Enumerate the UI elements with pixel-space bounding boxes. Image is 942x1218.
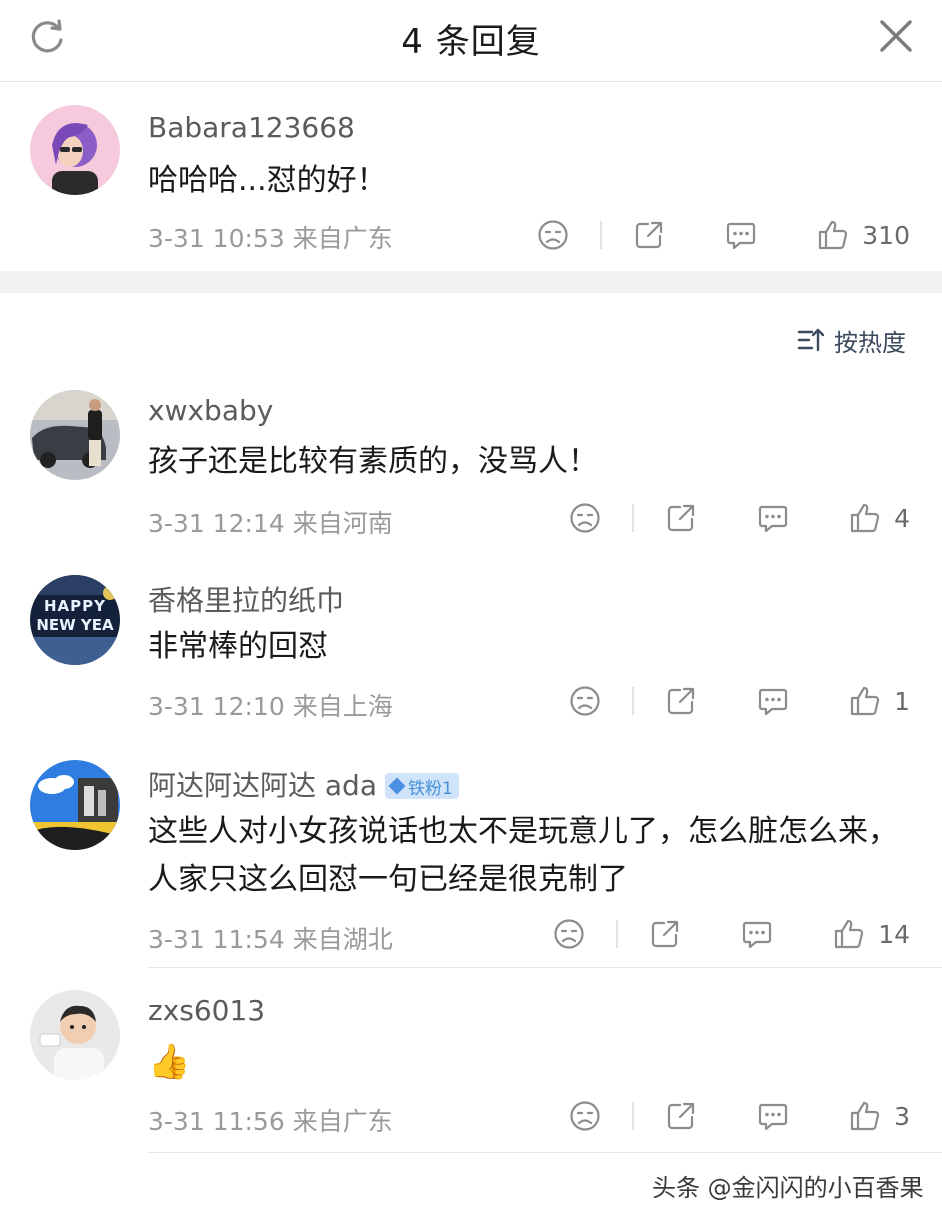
- like-count: 1: [894, 686, 910, 716]
- sort-label: 按热度: [834, 328, 906, 357]
- comment-actions: 4: [568, 498, 910, 538]
- comment-author[interactable]: 阿达阿达阿达 ada 铁粉1: [148, 764, 459, 804]
- share-icon[interactable]: [664, 501, 698, 535]
- comment-meta: 3-31 10:53 来自广东: [148, 219, 393, 255]
- watermark: 头条 @金闪闪的小百香果: [652, 1174, 924, 1202]
- comment-actions: 14: [552, 914, 910, 954]
- close-icon[interactable]: [876, 16, 916, 56]
- comment-meta: 3-31 12:10 来自上海: [148, 687, 393, 723]
- like-count: 14: [878, 919, 910, 949]
- avatar[interactable]: [30, 990, 120, 1080]
- like-icon[interactable]: [832, 917, 866, 951]
- comment-author[interactable]: Babara123668: [148, 111, 355, 144]
- action-divider: [632, 1102, 635, 1130]
- comment-actions: 3: [568, 1096, 910, 1136]
- like-count: 4: [894, 503, 910, 533]
- like-icon[interactable]: [848, 1099, 882, 1133]
- dislike-face-icon[interactable]: [568, 501, 602, 535]
- action-divider: [600, 221, 603, 249]
- reply-icon[interactable]: [724, 218, 758, 252]
- comment-author[interactable]: xwxbaby: [148, 394, 273, 427]
- comment-text: 这些人对小女孩说话也太不是玩意儿了，怎么脏怎么来，人家只这么回怼一句已经是很克制…: [148, 814, 898, 897]
- comment-location: 来自湖北: [292, 925, 393, 954]
- avatar[interactable]: [30, 390, 120, 480]
- dislike-face-icon[interactable]: [568, 684, 602, 718]
- avatar[interactable]: HAPPY NEW YEA: [30, 575, 120, 665]
- avatar[interactable]: [30, 105, 120, 195]
- dialog-header: 4 条回复: [0, 0, 942, 82]
- comment-location: 来自河南: [292, 509, 393, 538]
- share-icon[interactable]: [648, 917, 682, 951]
- like-icon[interactable]: [848, 684, 882, 718]
- like-count: 310: [862, 220, 910, 250]
- comment-location: 来自广东: [292, 224, 393, 253]
- comment-meta: 3-31 12:14 来自河南: [148, 504, 393, 540]
- share-icon[interactable]: [664, 1099, 698, 1133]
- comment-time: 3-31 10:53: [148, 224, 285, 253]
- comment-text: 哈哈哈...怼的好！: [148, 163, 387, 198]
- comment-time: 3-31 12:14: [148, 509, 285, 538]
- fan-badge-label: 铁粉1: [408, 778, 453, 799]
- comment-time: 3-31 11:54: [148, 925, 285, 954]
- comment-author[interactable]: zxs6013: [148, 994, 265, 1027]
- comment-meta: 3-31 11:56 来自广东: [148, 1102, 393, 1138]
- diamond-icon: [388, 777, 406, 795]
- reply-divider: [148, 967, 942, 968]
- share-icon[interactable]: [664, 684, 698, 718]
- dialog-title: 4 条回复: [401, 22, 541, 62]
- like-count: 3: [894, 1101, 910, 1131]
- section-separator: [0, 271, 942, 293]
- comment-meta: 3-31 11:54 来自湖北: [148, 920, 393, 956]
- reply-icon[interactable]: [756, 684, 790, 718]
- dislike-face-icon[interactable]: [536, 218, 570, 252]
- dislike-face-icon[interactable]: [552, 917, 586, 951]
- like-icon[interactable]: [848, 501, 882, 535]
- comment-time: 3-31 12:10: [148, 692, 285, 721]
- comment-actions: 310: [536, 215, 910, 255]
- dislike-face-icon[interactable]: [568, 1099, 602, 1133]
- sort-icon: [797, 328, 825, 352]
- reply-icon[interactable]: [756, 501, 790, 535]
- reply-icon[interactable]: [756, 1099, 790, 1133]
- comment-text: 孩子还是比较有素质的，没骂人！: [148, 444, 598, 479]
- svg-text:HAPPY: HAPPY: [44, 597, 106, 615]
- svg-text:NEW YEA: NEW YEA: [36, 616, 114, 634]
- action-divider: [616, 920, 619, 948]
- avatar[interactable]: [30, 760, 120, 850]
- comment-author-name: 阿达阿达阿达 ada: [148, 769, 377, 802]
- like-icon[interactable]: [816, 218, 850, 252]
- comment-text: 👍: [148, 1042, 191, 1082]
- sort-by-hot-button[interactable]: 按热度: [796, 322, 906, 358]
- action-divider: [632, 687, 635, 715]
- comment-author[interactable]: 香格里拉的纸巾: [148, 579, 344, 619]
- comment-time: 3-31 11:56: [148, 1107, 285, 1136]
- fan-badge[interactable]: 铁粉1: [385, 773, 459, 799]
- main-comment: Babara123668 哈哈哈...怼的好！ 3-31 10:53 来自广东 …: [0, 83, 942, 271]
- comment-text: 非常棒的回怼: [148, 629, 328, 664]
- action-divider: [632, 504, 635, 532]
- share-icon[interactable]: [632, 218, 666, 252]
- comment-location: 来自广东: [292, 1107, 393, 1136]
- reply-divider: [148, 1152, 942, 1153]
- reply-icon[interactable]: [740, 917, 774, 951]
- comment-actions: 1: [568, 681, 910, 721]
- comment-location: 来自上海: [292, 692, 393, 721]
